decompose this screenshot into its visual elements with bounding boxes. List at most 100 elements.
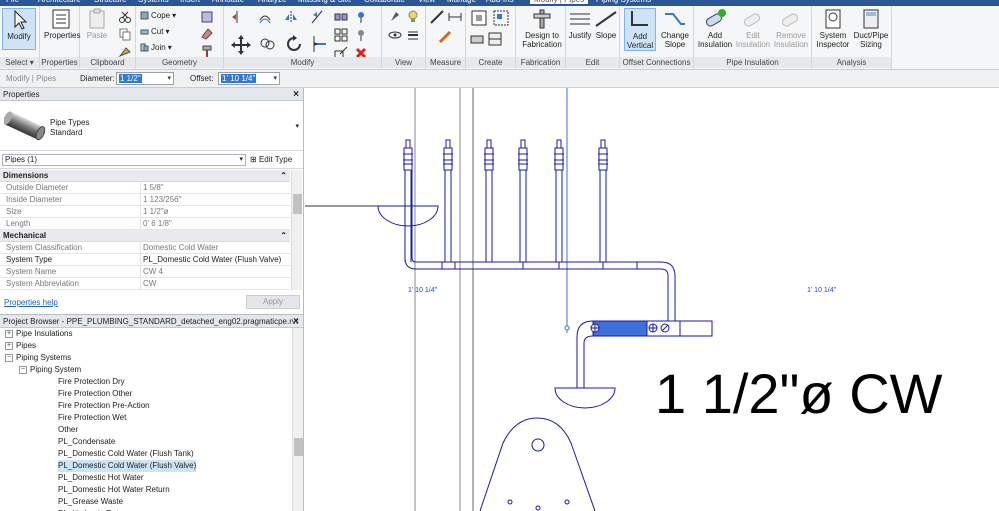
tab-add-ins[interactable]: Add-Ins — [486, 0, 514, 4]
move-icon[interactable] — [230, 34, 252, 56]
demolish-hammer-icon[interactable] — [200, 44, 214, 58]
pin-icon[interactable] — [354, 10, 368, 24]
tag-icon[interactable] — [438, 30, 452, 44]
drawing-canvas[interactable]: 1' 10 1/4" 1' 10 1/4" 1 1/2"ø CW — [305, 88, 999, 511]
add-vertical-button[interactable]: Add Vertical — [624, 8, 656, 51]
tab-collaborate[interactable]: Collaborate — [364, 0, 405, 4]
browser-tree-item[interactable]: − Piping System — [19, 364, 81, 376]
design-to-fabrication-button[interactable]: Design to Fabrication — [520, 8, 564, 49]
tab-massing-site[interactable]: Massing & Site — [298, 0, 351, 4]
array-icon[interactable] — [334, 28, 348, 42]
property-value[interactable]: Domestic Cold Water — [141, 242, 290, 253]
change-slope-button[interactable]: Change Slope — [658, 8, 692, 49]
collapse-icon[interactable]: ⌃ — [280, 170, 287, 182]
override-graphics-icon[interactable] — [388, 10, 402, 24]
scrollbar-thumb[interactable] — [294, 438, 303, 456]
tab-annotate[interactable]: Annotate — [212, 0, 244, 4]
match-type-icon[interactable] — [118, 44, 132, 58]
tab-file[interactable]: File — [6, 0, 19, 4]
copy-elements-icon[interactable] — [258, 34, 276, 52]
mirror-draw-icon[interactable] — [310, 10, 324, 24]
instance-filter-dropdown[interactable]: Pipes (1) ▾ — [2, 154, 246, 166]
offset-dropdown[interactable]: 1' 10 1/4" ▾ — [218, 72, 280, 85]
linework-icon[interactable] — [406, 28, 420, 42]
trim-extend-icon[interactable] — [310, 34, 330, 54]
dimension-icon[interactable] — [448, 10, 462, 24]
property-row[interactable]: System Classification Domestic Cold Water — [0, 242, 290, 254]
properties-help-link[interactable]: Properties help — [4, 298, 58, 307]
create-parts-icon[interactable] — [470, 32, 484, 46]
browser-tree-item[interactable]: PL_Condensate — [58, 436, 115, 448]
property-value[interactable]: 1 123/256" — [141, 194, 290, 205]
tab-systems[interactable]: Systems — [138, 0, 169, 4]
dimension-text[interactable]: 1' 10 1/4" — [807, 287, 836, 294]
paste-button[interactable]: Paste — [82, 8, 112, 40]
split-icon[interactable] — [334, 10, 348, 24]
browser-tree-item[interactable]: PL_Domestic Hot Water Return — [58, 484, 170, 496]
properties-button[interactable]: Properties — [44, 8, 80, 40]
property-group-header[interactable]: Mechanical ⌃ — [0, 230, 290, 242]
browser-tree-item[interactable]: Fire Protection Other — [58, 388, 132, 400]
property-row[interactable]: Outside Diameter 1 5/8" — [0, 182, 290, 194]
cut-button[interactable]: Cut ▾ — [140, 27, 169, 36]
collapse-icon[interactable]: − — [19, 365, 27, 374]
remove-insulation-button[interactable]: Remove Insulation — [772, 8, 810, 49]
cope-button[interactable]: Cope ▾ — [140, 11, 176, 20]
rotate-icon[interactable] — [284, 34, 304, 54]
slope-button[interactable]: Slope — [594, 8, 618, 40]
close-icon[interactable]: × — [293, 88, 299, 101]
tab-manage[interactable]: Manage — [447, 0, 476, 4]
unpin-icon[interactable] — [354, 28, 368, 42]
tab-structure[interactable]: Structure — [94, 0, 126, 4]
wall-joins-icon[interactable] — [200, 10, 214, 24]
dimension-text[interactable]: 1' 10 1/4" — [408, 287, 437, 294]
diameter-dropdown[interactable]: 1 1/2" ▾ — [116, 72, 174, 85]
justify-button[interactable]: Justify — [568, 8, 592, 40]
properties-scrollbar[interactable] — [291, 170, 302, 290]
property-row[interactable]: Inside Diameter 1 123/256" — [0, 194, 290, 206]
edit-insulation-button[interactable]: Edit Insulation — [734, 8, 772, 49]
browser-tree-item[interactable]: Fire Protection Wet — [58, 412, 126, 424]
mirror-pick-icon[interactable] — [284, 10, 298, 24]
panel-select-label[interactable]: Select ▾ — [0, 57, 39, 68]
create-similar-icon[interactable] — [470, 9, 488, 27]
property-value[interactable]: 0' 6 1/8" — [141, 218, 290, 229]
browser-tree-item[interactable]: Fire Protection Dry — [58, 376, 125, 388]
collapse-icon[interactable]: ⌃ — [280, 230, 287, 242]
browser-tree-item[interactable]: Fire Protection Pre-Action — [58, 400, 150, 412]
modify-button[interactable]: Modify — [2, 8, 36, 50]
browser-tree-item[interactable]: PL_Domestic Cold Water (Flush Tank) — [58, 448, 194, 460]
tab-architecture[interactable]: Architecture — [38, 0, 81, 4]
tab-analyze[interactable]: Analyze — [258, 0, 286, 4]
browser-tree-item[interactable]: + Pipes — [5, 340, 36, 352]
property-group-header[interactable]: Dimensions ⌃ — [0, 170, 290, 182]
offset-icon[interactable] — [258, 10, 272, 24]
system-inspector-button[interactable]: System Inspector — [814, 8, 852, 49]
paint-icon[interactable] — [200, 27, 214, 41]
lightbulb-icon[interactable] — [406, 10, 420, 24]
browser-tree-item[interactable]: PL_Domestic Cold Water (Flush Valve) — [58, 460, 197, 472]
property-row[interactable]: Length 0' 6 1/8" — [0, 218, 290, 230]
property-value[interactable]: 1 5/8" — [141, 182, 290, 193]
browser-tree-item[interactable]: Other — [58, 424, 78, 436]
pipe-size-tag[interactable]: 1 1/2"ø CW — [655, 366, 943, 422]
property-value[interactable]: CW — [141, 278, 290, 289]
type-selector[interactable]: Pipe Types Standard ▾ — [0, 101, 303, 151]
property-row[interactable]: System Type PL_Domestic Cold Water (Flush… — [0, 254, 290, 266]
copy-icon[interactable] — [118, 27, 132, 41]
property-value[interactable]: CW 4 — [141, 266, 290, 277]
property-row[interactable]: Size 1 1/2"ø — [0, 206, 290, 218]
tab-piping-systems[interactable]: Piping Systems — [596, 0, 651, 4]
add-insulation-button[interactable]: Add Insulation — [696, 8, 734, 49]
create-assembly-icon[interactable] — [488, 32, 502, 46]
tab-modify-pipes[interactable]: Modify | Pipes — [530, 0, 589, 4]
property-value[interactable]: PL_Domestic Cold Water (Flush Valve) — [141, 254, 290, 265]
browser-tree-item[interactable]: PL_Grease Waste — [58, 496, 123, 508]
property-row[interactable]: System Name CW 4 — [0, 266, 290, 278]
collapse-icon[interactable]: − — [5, 353, 13, 362]
property-row[interactable]: System Abbreviation CW — [0, 278, 290, 290]
expand-icon[interactable]: + — [5, 329, 13, 338]
tab-insert[interactable]: Insert — [180, 0, 200, 4]
create-group-icon[interactable] — [492, 9, 510, 27]
expand-icon[interactable]: + — [5, 341, 13, 350]
